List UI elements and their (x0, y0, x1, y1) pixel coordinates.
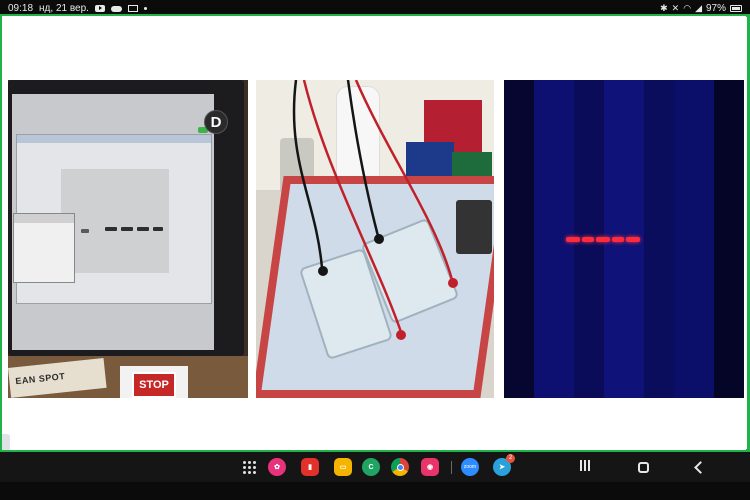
window-titlebar (17, 135, 211, 143)
electrode-cables (292, 80, 454, 333)
clock: 09:18 (8, 2, 34, 14)
gel-band (81, 229, 89, 233)
chrome-icon[interactable] (391, 458, 409, 476)
gel-band (105, 227, 117, 231)
gel-lane (674, 80, 714, 398)
monitor-screen (12, 94, 214, 350)
home-button[interactable] (638, 462, 649, 473)
gel-band (566, 237, 580, 242)
battery-icon (730, 4, 742, 12)
recent-apps-button[interactable] (580, 460, 592, 472)
gel-band (626, 237, 640, 242)
flower-app-icon[interactable]: ✿ (268, 458, 286, 476)
telegram-badge: 2 (506, 454, 515, 463)
bottom-edge (0, 482, 750, 500)
gel-edge (714, 80, 744, 398)
cloud-icon (110, 6, 122, 12)
device-screen: 09:18 нд, 21 вер. ✱ ✕ ◠ ◢ 97% D EAN SPOT… (0, 0, 750, 500)
apps-grid-icon[interactable] (243, 461, 256, 474)
box-text: EAN SPOT (14, 371, 66, 387)
battery-percent: 97% (705, 2, 726, 14)
screen-recorder-icon[interactable]: ◉ (421, 458, 439, 476)
zoom-label: zoom (463, 464, 477, 470)
notes-icon[interactable]: ▭ (334, 458, 352, 476)
back-button[interactable] (694, 461, 707, 474)
wifi-icon: ◠ (683, 2, 692, 13)
bluetooth-icon: ✱ (660, 2, 668, 13)
taskbar: ✿ ▮ ▭ C ◉ zoom ➤ 2 (0, 452, 750, 482)
gel-scan-image (61, 169, 169, 273)
participant-avatar: D (204, 110, 228, 134)
shared-slide: D EAN SPOT STOP (2, 16, 746, 450)
zoom-icon[interactable]: zoom (461, 458, 479, 476)
phone-icon[interactable]: C (362, 458, 380, 476)
photo-fluorescent-gel (504, 80, 744, 398)
gmail-icon (127, 4, 138, 12)
stop-sign: STOP (132, 372, 176, 398)
signal-icon: ◢ (695, 2, 702, 13)
software-dialog (13, 213, 75, 283)
flipboard-icon[interactable]: ▮ (301, 458, 319, 476)
gel-band (153, 227, 163, 231)
gel-band (582, 237, 594, 242)
gel-edge (504, 80, 534, 398)
youtube-notification-icon (94, 4, 105, 12)
mute-icon: ✕ (671, 2, 680, 13)
gel-lane (644, 80, 674, 398)
imaging-software-window (13, 134, 212, 304)
gel-band (596, 237, 610, 242)
date: нд, 21 вер. (39, 2, 89, 14)
photo-electrophoresis-tanks (256, 80, 494, 398)
more-notifications-dot-icon (143, 6, 147, 10)
fluorescent-bands (566, 234, 646, 246)
gel-band (121, 227, 133, 231)
side-panel-handle[interactable] (2, 434, 10, 450)
gel-band (612, 237, 624, 242)
taskbar-separator (451, 461, 452, 474)
photo-monitor-gel-image: D EAN SPOT STOP (8, 80, 248, 398)
gel-band (137, 227, 149, 231)
